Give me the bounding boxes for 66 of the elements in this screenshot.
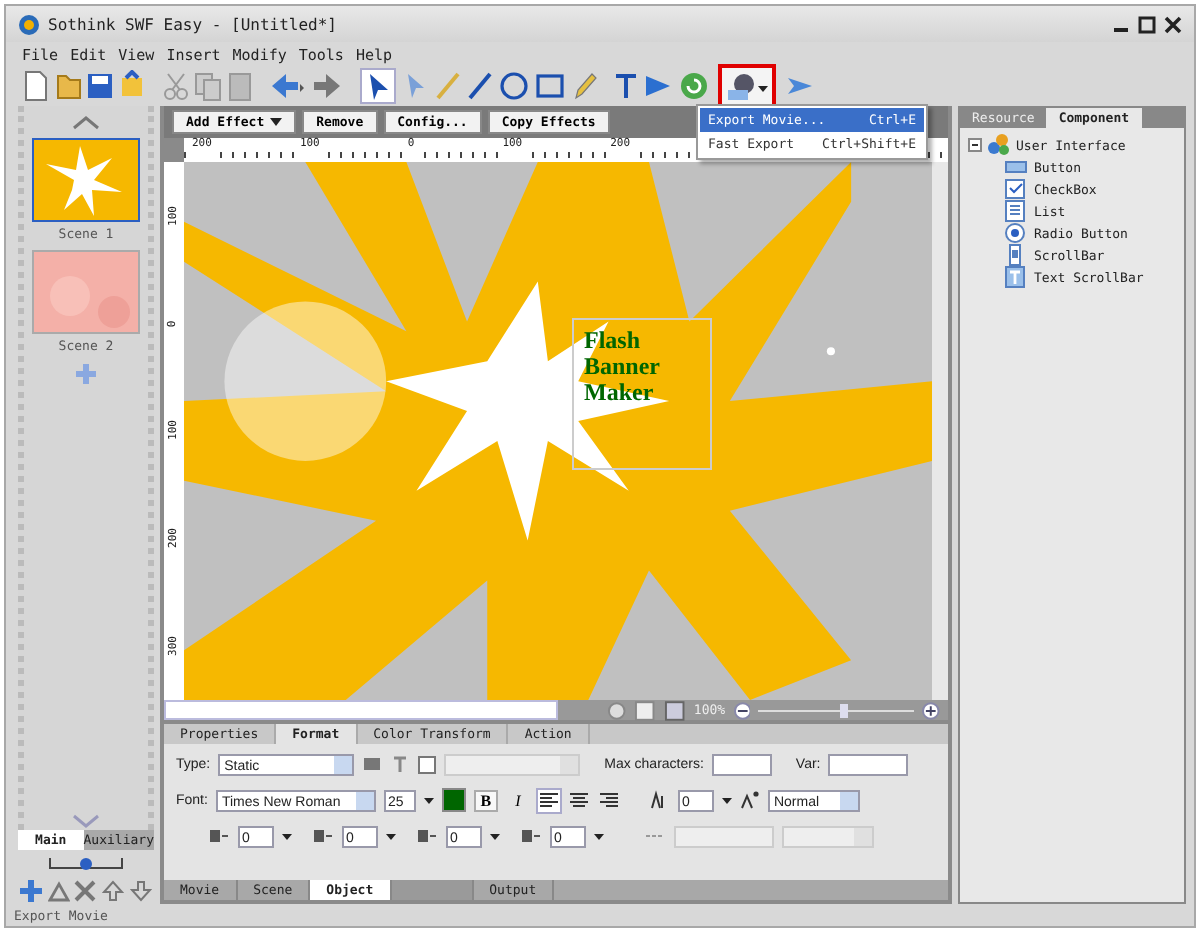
arrow-pointer-icon[interactable] xyxy=(362,70,394,102)
move-up-icon[interactable] xyxy=(102,880,125,902)
refresh-icon[interactable] xyxy=(678,70,710,102)
add-icon[interactable] xyxy=(20,880,43,902)
folder-icon[interactable] xyxy=(54,70,82,102)
radio-component-icon xyxy=(1004,222,1028,244)
collapse-icon[interactable] xyxy=(968,138,982,152)
play-icon[interactable] xyxy=(642,70,674,102)
indent-icon xyxy=(520,826,542,846)
url-field xyxy=(674,825,774,847)
zoom-in-icon[interactable] xyxy=(922,701,941,719)
scroll-down-icon[interactable] xyxy=(72,814,100,830)
checkbox-component-icon xyxy=(1004,178,1028,200)
align-left-icon[interactable] xyxy=(537,789,560,811)
button-component-icon xyxy=(1004,156,1028,178)
zoom-box-icon[interactable] xyxy=(664,699,686,721)
text-box-icon[interactable] xyxy=(362,754,383,774)
superscript-icon xyxy=(739,790,760,810)
text-scrollbar-component-icon xyxy=(1004,266,1028,288)
scene-thumbnail[interactable] xyxy=(32,138,140,222)
move-down-icon[interactable] xyxy=(129,880,152,902)
scene-thumbnail[interactable] xyxy=(32,250,140,334)
publish-icon[interactable] xyxy=(118,70,146,102)
save-icon[interactable] xyxy=(86,70,114,102)
slider-icon[interactable] xyxy=(46,856,126,872)
fit-icon[interactable] xyxy=(634,699,657,721)
var-field[interactable] xyxy=(828,753,909,775)
text-tool-icon[interactable] xyxy=(614,70,638,102)
border-checkbox[interactable] xyxy=(418,755,437,773)
max-characters-field[interactable] xyxy=(711,753,772,775)
vertical-scrollbar[interactable] xyxy=(932,162,948,700)
text-color-swatch[interactable] xyxy=(441,788,466,812)
duplicate-icon[interactable] xyxy=(47,880,70,902)
scissors-icon[interactable] xyxy=(162,70,190,102)
window-title: Sothink SWF Easy - [Untitled*] xyxy=(48,15,337,33)
new-file-icon[interactable] xyxy=(22,70,50,102)
bold-button[interactable]: B xyxy=(473,789,498,811)
align-right-icon[interactable] xyxy=(597,789,620,811)
undo-icon[interactable] xyxy=(270,70,306,102)
app-logo-icon xyxy=(18,13,40,35)
italic-button[interactable]: I xyxy=(505,789,530,811)
banner-text: Banner xyxy=(584,354,663,380)
zoom-out-icon[interactable] xyxy=(733,701,751,719)
export-button[interactable] xyxy=(722,68,772,104)
zoom-slider-thumb[interactable] xyxy=(840,703,849,717)
close-icon[interactable] xyxy=(1164,15,1182,33)
delete-icon[interactable] xyxy=(74,880,97,902)
indent-icon xyxy=(208,826,230,846)
list-component-icon xyxy=(1004,200,1028,222)
oval-icon[interactable] xyxy=(498,70,530,102)
components-icon xyxy=(988,134,1010,156)
hand-icon[interactable] xyxy=(605,699,627,721)
selectable-icon[interactable] xyxy=(390,754,411,774)
export-icon[interactable] xyxy=(726,70,758,102)
align-center-icon[interactable] xyxy=(567,789,590,811)
horizontal-scrollbar[interactable] xyxy=(164,700,558,720)
copy-icon[interactable] xyxy=(194,70,222,102)
scroll-up-icon[interactable] xyxy=(72,114,100,130)
indent-icon xyxy=(312,826,334,846)
maximize-icon[interactable] xyxy=(1138,15,1156,33)
pencil-icon[interactable] xyxy=(570,70,598,102)
line-icon[interactable] xyxy=(466,70,494,102)
indent-icon xyxy=(416,826,438,846)
rectangle-icon[interactable] xyxy=(534,70,566,102)
caret-icon[interactable] xyxy=(270,118,283,126)
clipboard-icon[interactable] xyxy=(226,70,254,102)
